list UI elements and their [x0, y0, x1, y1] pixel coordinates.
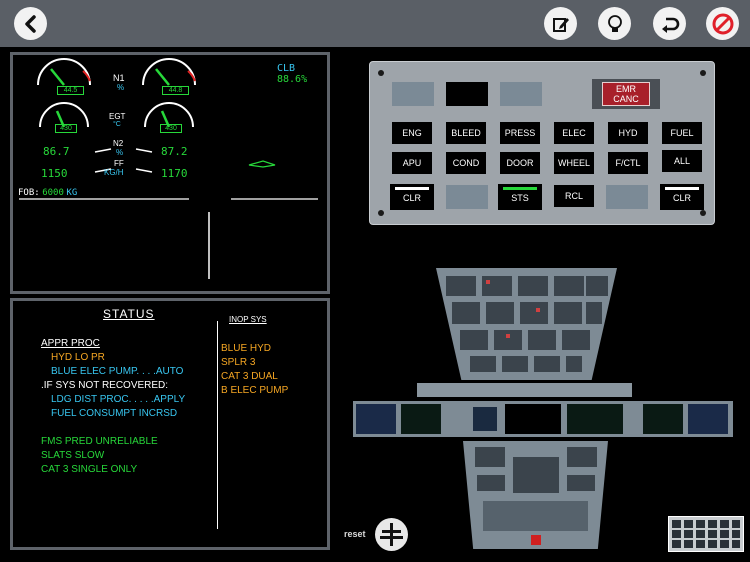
egt-unit: °C	[113, 121, 121, 128]
minimap-grid	[672, 520, 740, 548]
ecp-apu-button[interactable]: APU	[392, 152, 432, 174]
clr-light-bar	[395, 187, 429, 190]
inop-sys-heading: INOP SYS	[229, 315, 267, 324]
clr-light-bar	[665, 187, 699, 190]
panel-minimap[interactable]	[668, 516, 744, 552]
engine-warning-display: 44.5 44.8 N1 % CLB 88.6% 430 430 EGT °C …	[10, 52, 330, 294]
inop-item: B ELEC PUMP	[221, 385, 289, 396]
ecp-wheel-button[interactable]: WHEEL	[554, 152, 594, 174]
ff-label: FF	[114, 159, 124, 168]
lightbulb-icon	[607, 14, 622, 32]
fob-readout: FOB: 6000 KG	[18, 187, 77, 198]
ecp-hyd-button[interactable]: HYD	[608, 122, 648, 144]
n2-right-value: 87.2	[161, 145, 188, 158]
sts-label: STS	[511, 193, 529, 203]
status-line: FUEL CONSUMPT INCRSD	[51, 408, 178, 419]
indicator-lamp	[500, 82, 542, 106]
status-line: CAT 3 SINGLE ONLY	[41, 464, 138, 475]
status-line: SLATS SLOW	[41, 450, 105, 461]
overhead-panel-map[interactable]	[436, 268, 617, 380]
emr-canc-button[interactable]: EMR CANC	[592, 79, 660, 109]
emr-canc-line1: EMR	[616, 84, 636, 94]
n2-unit: %	[116, 148, 124, 157]
toolbar	[0, 0, 750, 47]
ecp-rcl-button[interactable]: RCL	[554, 185, 594, 207]
emr-canc-label: EMR CANC	[602, 82, 650, 106]
thrust-limit: 88.6%	[277, 74, 308, 85]
screw	[700, 210, 706, 216]
egt-right-value: 430	[160, 124, 182, 133]
edit-button[interactable]	[544, 7, 577, 40]
emr-canc-line2: CANC	[613, 94, 639, 104]
edit-icon	[552, 17, 569, 32]
n1-left-value: 44.5	[57, 86, 84, 95]
fob-value: 6000	[42, 188, 64, 198]
ecp-fctl-button[interactable]: F/CTL	[608, 152, 648, 174]
egt-label: EGT	[109, 112, 126, 121]
status-line: LDG DIST PROC. . . . .APPLY	[51, 394, 186, 405]
ff-right-value: 1170	[161, 167, 188, 180]
reset-label: reset	[344, 529, 366, 539]
ff-left-value: 1150	[41, 167, 68, 180]
ecp-all-button[interactable]: ALL	[662, 150, 702, 172]
status-line: BLUE ELEC PUMP. . . .AUTO	[51, 366, 184, 377]
ff-unit: KG/H	[104, 168, 124, 177]
screw	[378, 70, 384, 76]
glareshield-map[interactable]	[417, 383, 632, 397]
undo-icon	[661, 17, 679, 33]
ecp-elec-button[interactable]: ELEC	[554, 122, 594, 144]
main-instrument-panel-map[interactable]	[353, 401, 733, 437]
inop-item: CAT 3 DUAL	[221, 371, 278, 382]
status-line: FMS PRED UNRELIABLE	[41, 436, 158, 447]
overhead-panel-detail	[446, 276, 608, 372]
clr-left-label: CLR	[402, 193, 421, 203]
pedestal-map[interactable]	[463, 441, 608, 549]
chevron-left-icon	[24, 14, 36, 33]
status-title: STATUS	[103, 307, 155, 321]
hint-button[interactable]	[598, 7, 631, 40]
back-button[interactable]	[14, 7, 47, 40]
indicator-lamp	[392, 82, 434, 106]
pedestal-detail	[475, 447, 597, 545]
clr-right-label: CLR	[672, 193, 691, 203]
ecp-eng-button[interactable]: ENG	[392, 122, 432, 144]
inop-item: BLUE HYD	[221, 343, 272, 354]
undo-button[interactable]	[653, 7, 686, 40]
egt-left-value: 430	[55, 124, 77, 133]
screw	[700, 70, 706, 76]
reset-icon	[380, 523, 403, 546]
ecp-cond-button[interactable]: COND	[446, 152, 486, 174]
ecp-press-button[interactable]: PRESS	[500, 122, 540, 144]
status-display: STATUS APPR PROC HYD LO PR BLUE ELEC PUM…	[10, 298, 330, 550]
screw	[378, 210, 384, 216]
indicator-lamp	[446, 82, 488, 106]
status-divider	[217, 321, 218, 529]
indicator-lamp	[606, 185, 648, 209]
ecp-clr-right-button[interactable]: CLR	[660, 184, 704, 210]
ecp-bleed-button[interactable]: BLEED	[446, 122, 486, 144]
fob-unit: KG	[66, 188, 78, 198]
status-line: .IF SYS NOT RECOVERED:	[41, 380, 169, 391]
fob-label: FOB:	[18, 188, 40, 198]
sts-light-bar	[503, 187, 537, 190]
n2-left-value: 86.7	[43, 145, 70, 158]
status-line: HYD LO PR	[51, 352, 105, 363]
ecp-sts-button[interactable]: STS	[498, 184, 542, 210]
thrust-mode: CLB	[277, 63, 296, 74]
cancel-button[interactable]	[706, 7, 739, 40]
appr-proc-heading: APPR PROC	[41, 338, 100, 349]
n2-label: N2	[113, 139, 124, 148]
n1-label: N1	[113, 73, 125, 83]
ecp-clr-left-button[interactable]: CLR	[390, 184, 434, 210]
ecam-control-panel: EMR CANC ENG BLEED PRESS ELEC HYD FUEL A…	[369, 61, 715, 225]
ecp-door-button[interactable]: DOOR	[500, 152, 540, 174]
main-panel-detail	[356, 404, 728, 434]
reset-button[interactable]	[375, 518, 408, 551]
ecp-fuel-button[interactable]: FUEL	[662, 122, 702, 144]
n1-right-value: 44.8	[162, 86, 189, 95]
n1-unit: %	[117, 83, 125, 92]
inop-item: SPLR 3	[221, 357, 256, 368]
no-entry-icon	[712, 13, 733, 34]
indicator-lamp	[446, 185, 488, 209]
